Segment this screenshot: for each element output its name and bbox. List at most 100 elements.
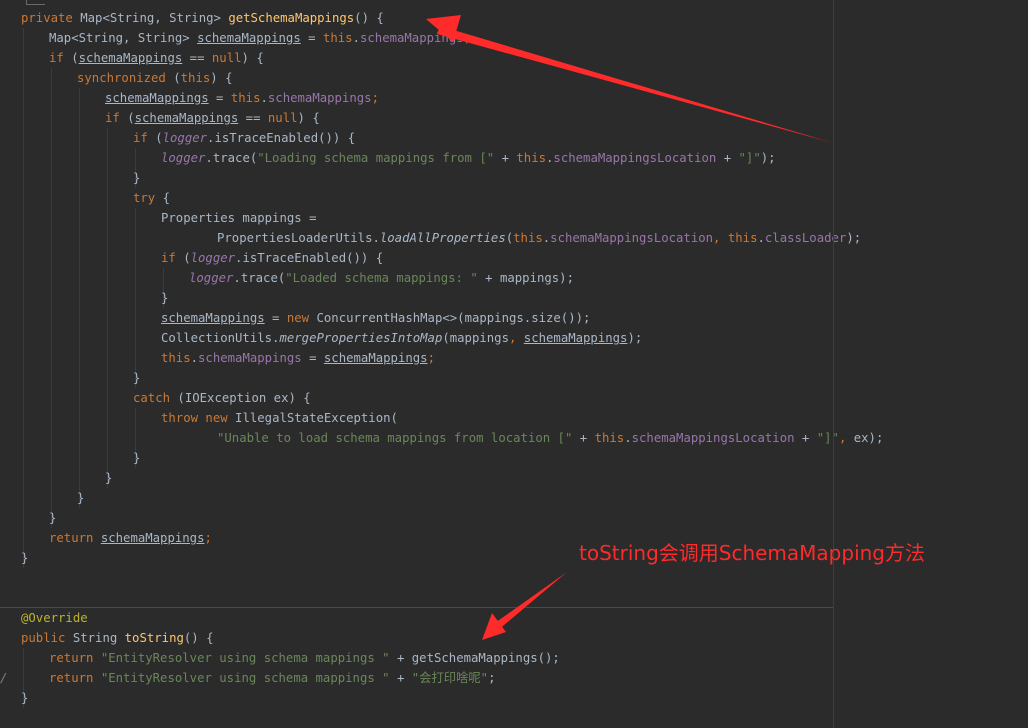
code-line-return-tostring-alt[interactable]: return "EntityResolver using schema mapp… [49, 668, 495, 688]
code-token: this [161, 351, 191, 365]
method-separator [0, 607, 833, 608]
code-token: @Override [21, 611, 88, 625]
code-token: logger [162, 131, 208, 145]
code-token: schemaMappings [161, 311, 265, 325]
code-token: schemaMappings [105, 91, 209, 105]
code-line-inner-null-check[interactable]: if (schemaMappings == null) { [105, 108, 320, 128]
code-token: ( [183, 251, 191, 265]
code-token: null [211, 51, 242, 65]
code-token: if [105, 111, 128, 125]
code-token: ) { [241, 51, 264, 65]
code-line-if-null-check[interactable]: if (schemaMappings == null) { [49, 48, 264, 68]
indent-guide [23, 28, 24, 568]
code-token: ; [488, 671, 496, 685]
code-line-close-brace[interactable]: } [133, 448, 140, 468]
code-line-new-concurrent-map[interactable]: schemaMappings = new ConcurrentHashMap<>… [161, 308, 590, 328]
code-token: + [716, 151, 739, 165]
code-line-close-brace[interactable]: } [133, 168, 140, 188]
code-line-return-mappings[interactable]: return schemaMappings; [49, 528, 212, 548]
code-token: this [180, 71, 211, 85]
code-line-trace-enabled-check-2[interactable]: if (logger.isTraceEnabled()) { [161, 248, 383, 268]
code-line-return-tostring[interactable]: return "EntityResolver using schema mapp… [49, 648, 560, 668]
right-margin-guide [833, 0, 834, 728]
code-token: schemaMappings [134, 111, 239, 125]
code-token: } [105, 471, 113, 485]
code-line-catch[interactable]: catch (IOException ex) { [133, 388, 311, 408]
code-token: return [49, 651, 101, 665]
code-line-close-brace[interactable]: } [133, 368, 140, 388]
code-token: "Loaded schema mappings: " [285, 271, 478, 285]
code-token: if [161, 251, 184, 265]
code-token: () { [183, 631, 214, 645]
code-line-trace-loaded[interactable]: logger.trace("Loaded schema mappings: " … [189, 268, 574, 288]
code-line-exception-message[interactable]: "Unable to load schema mappings from loc… [217, 428, 883, 448]
code-token: + getSchemaMappings(); [389, 651, 560, 665]
code-token: schemaMappings [323, 351, 428, 365]
code-token: schemaMappingsLocation [553, 151, 717, 165]
code-token: "EntityResolver using schema mappings " [100, 671, 390, 685]
code-token: "Loading schema mappings from [" [257, 151, 495, 165]
code-token: .trace( [233, 271, 286, 285]
code-token: + mappings); [477, 271, 574, 285]
code-token: = [300, 31, 323, 45]
code-token: "EntityResolver using schema mappings " [100, 651, 390, 665]
code-line-close-brace[interactable]: } [161, 288, 168, 308]
code-token: } [161, 291, 169, 305]
code-line-getschemamappings-signature[interactable]: private Map<String, String> getSchemaMap… [21, 8, 384, 28]
code-token: private [21, 11, 81, 25]
code-token: ( [173, 71, 181, 85]
code-token: CollectionUtils. [161, 331, 280, 345]
code-token: logger [190, 251, 236, 265]
code-token: logger [161, 151, 206, 165]
code-token: schemaMappings [197, 31, 301, 45]
code-line-close-brace[interactable]: } [77, 488, 84, 508]
code-line-override-annotation[interactable]: @Override [21, 608, 88, 628]
code-editor[interactable]: private Map<String, String> getSchemaMap… [0, 0, 1028, 728]
code-line-assign-field[interactable]: this.schemaMappings = schemaMappings; [161, 348, 435, 368]
code-token: this [322, 31, 353, 45]
code-token: schemaMappingsLocation [631, 431, 795, 445]
code-token: schemaMappings [523, 331, 628, 345]
indent-guide [51, 68, 52, 528]
code-line-close-brace[interactable]: } [49, 508, 56, 528]
code-token: IllegalStateException( [235, 411, 398, 425]
code-line-close-brace[interactable]: } [21, 548, 28, 568]
code-line-try[interactable]: try { [133, 188, 170, 208]
code-token: toString [124, 631, 184, 645]
code-token: if [133, 131, 156, 145]
code-line-properties-declaration[interactable]: Properties mappings = [161, 208, 316, 228]
code-token: (IOException ex) { [177, 391, 311, 405]
code-token: } [21, 551, 29, 565]
code-token: ); [627, 331, 643, 345]
code-line-synchronized[interactable]: synchronized (this) { [77, 68, 233, 88]
indent-guide [135, 208, 136, 388]
code-token: getSchemaMappings [228, 11, 355, 25]
code-token: . [624, 431, 632, 445]
code-token: ( [155, 131, 163, 145]
code-line-local-declaration[interactable]: Map<String, String> schemaMappings = thi… [49, 28, 471, 48]
annotation-text: toString会调用SchemaMapping方法 [579, 541, 926, 565]
code-token: + [794, 431, 817, 445]
code-token: } [133, 451, 141, 465]
code-token: Properties mappings = [161, 211, 317, 225]
code-token: "会打印啥呢" [411, 671, 489, 685]
code-line-merge-properties[interactable]: CollectionUtils.mergePropertiesIntoMap(m… [161, 328, 642, 348]
code-token: schemaMappings [100, 531, 205, 545]
code-line-reassign[interactable]: schemaMappings = this.schemaMappings; [105, 88, 379, 108]
code-line-close-brace[interactable]: } [21, 688, 28, 708]
code-token: ); [760, 151, 776, 165]
code-line-tostring-signature[interactable]: public String toString() { [21, 628, 214, 648]
code-line-trace-loading[interactable]: logger.trace("Loading schema mappings fr… [161, 148, 776, 168]
code-token: ); [846, 231, 862, 245]
code-token: + [389, 671, 412, 685]
code-token: ; [204, 531, 212, 545]
code-line-close-brace[interactable]: } [105, 468, 112, 488]
code-fold-marker[interactable] [26, 0, 45, 5]
code-token: ( [71, 51, 79, 65]
code-line-load-all-properties[interactable]: PropertiesLoaderUtils.loadAllProperties(… [217, 228, 861, 248]
code-line-trace-enabled-check[interactable]: if (logger.isTraceEnabled()) { [133, 128, 355, 148]
code-line-throw[interactable]: throw new IllegalStateException( [161, 408, 398, 428]
code-token: this [594, 431, 625, 445]
code-token: mergePropertiesIntoMap [279, 331, 443, 345]
code-token: . [757, 231, 765, 245]
